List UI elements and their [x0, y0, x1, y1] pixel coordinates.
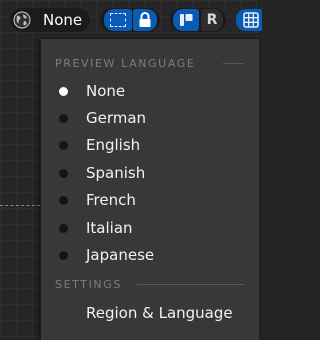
radio-unselected-icon [59, 224, 68, 233]
language-option-label: None [86, 82, 126, 100]
viewport-dashed-guide [0, 205, 40, 206]
lock-icon [139, 12, 151, 27]
language-option-label: Italian [86, 219, 133, 237]
radio-unselected-icon [59, 114, 68, 123]
region-language-settings-item[interactable]: Region & Language [41, 300, 259, 327]
snap-button[interactable] [173, 9, 199, 31]
radio-unselected-icon [59, 169, 68, 178]
language-option-french[interactable]: French [41, 187, 259, 214]
globe-icon [13, 11, 31, 29]
radio-selected-icon [59, 87, 68, 96]
marquee-select-button[interactable] [104, 9, 132, 31]
language-option-italian[interactable]: Italian [41, 215, 259, 242]
language-option-german[interactable]: German [41, 105, 259, 132]
settings-header: SETTINGS [55, 278, 122, 291]
marquee-select-icon [110, 13, 126, 27]
language-option-label: German [86, 109, 147, 127]
radio-unselected-icon [59, 141, 68, 150]
snap-tool-group: R [170, 8, 226, 32]
section-divider [137, 284, 243, 285]
language-option-spanish[interactable]: Spanish [41, 160, 259, 187]
grid-button[interactable] [236, 9, 262, 31]
settings-item-label: Region & Language [86, 304, 233, 322]
language-option-none[interactable]: None [41, 78, 259, 105]
language-option-japanese[interactable]: Japanese [41, 242, 259, 269]
language-option-label: Japanese [86, 246, 155, 264]
language-option-english[interactable]: English [41, 132, 259, 159]
preview-language-header: PREVIEW LANGUAGE [55, 57, 196, 70]
preview-language-button[interactable]: None [10, 8, 90, 32]
language-option-label: Spanish [86, 164, 146, 182]
lock-button[interactable] [133, 9, 157, 31]
grid-icon [243, 12, 259, 28]
viewport-toolbar: None R [0, 0, 262, 38]
preview-language-current: None [43, 11, 83, 29]
preview-language-menu: PREVIEW LANGUAGE None German English Spa… [40, 38, 259, 340]
radio-unselected-icon [59, 196, 68, 205]
section-divider [223, 63, 243, 64]
radio-unselected-icon [59, 251, 68, 260]
selection-tool-group [100, 8, 160, 32]
language-option-label: French [86, 191, 136, 209]
r-toggle-button[interactable]: R [201, 9, 223, 31]
snap-icon [180, 14, 193, 26]
language-option-label: English [86, 136, 141, 154]
